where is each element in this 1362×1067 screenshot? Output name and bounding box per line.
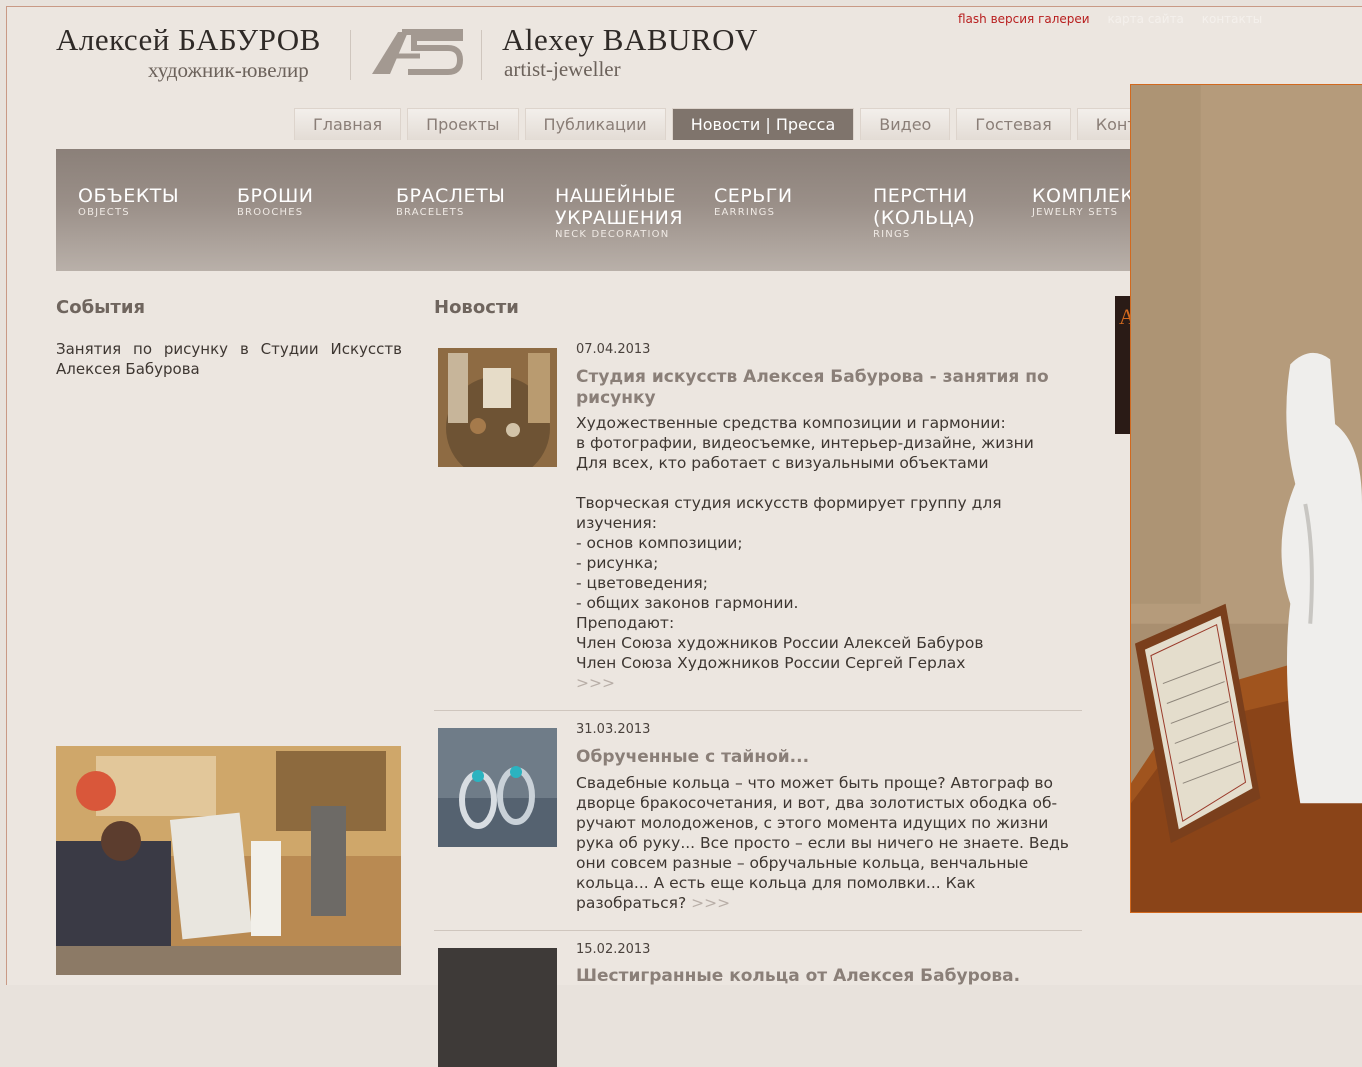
news-title-link[interactable]: Обрученные с тайной... xyxy=(576,747,1076,768)
news-thumbnail[interactable] xyxy=(438,728,557,847)
category-label: Серьги xyxy=(714,185,793,207)
category-bar: Объекты OBJECTS Броши BROOCHES Браслеты … xyxy=(56,149,1163,271)
category-earrings[interactable]: Серьги EARRINGS xyxy=(714,185,793,219)
read-more-link[interactable]: >>> xyxy=(576,674,615,692)
brand-role-en: artist-jeweller xyxy=(504,57,621,81)
news-date: 15.02.2013 xyxy=(576,942,651,957)
contacts-top-link[interactable]: контакты xyxy=(1202,12,1263,26)
menu-item-publications[interactable]: Публикации xyxy=(524,108,666,140)
monogram-logo-icon[interactable] xyxy=(368,26,466,78)
menu-item-news-press[interactable]: Новости | Пресса xyxy=(671,108,855,140)
brand-name-en[interactable]: Alexey BABUROV xyxy=(502,22,758,58)
brand-divider xyxy=(481,30,482,80)
category-sublabel: BRACELETS xyxy=(396,207,465,218)
category-sublabel: OBJECTS xyxy=(78,207,130,218)
news-body-text: Свадебные кольца – что может быть проще?… xyxy=(576,774,1069,912)
brand-name-ru[interactable]: Алексей БАБУРОВ xyxy=(56,22,321,58)
news-date: 07.04.2013 xyxy=(576,342,651,357)
news-thumbnail[interactable] xyxy=(438,348,557,467)
brand-divider xyxy=(350,30,351,80)
category-sublabel: NECK DECORATION xyxy=(555,229,670,240)
event-link[interactable]: Занятия по рисунку в Студии Искусств Але… xyxy=(56,339,402,379)
menu-item-projects[interactable]: Проекты xyxy=(407,108,519,140)
sitemap-link[interactable]: карта сайта xyxy=(1107,12,1183,26)
top-links: flash версия галереи карта сайта контакт… xyxy=(958,12,1262,26)
category-neck-decoration[interactable]: Нашейные украшения NECK DECORATION xyxy=(555,185,695,241)
category-brooches[interactable]: Броши BROOCHES xyxy=(237,185,313,219)
news-date: 31.03.2013 xyxy=(576,722,651,737)
category-rings[interactable]: Перстни (кольца) RINGS xyxy=(873,185,983,241)
news-title-link[interactable]: Студия искусств Алексея Бабурова - занят… xyxy=(576,367,1076,409)
menu-item-video[interactable]: Видео xyxy=(860,108,951,140)
menu-item-guestbook[interactable]: Гостевая xyxy=(956,108,1071,140)
drawing-class-photo[interactable] xyxy=(56,746,401,975)
category-sublabel: BROOCHES xyxy=(237,207,304,218)
category-objects[interactable]: Объекты OBJECTS xyxy=(78,185,179,219)
category-sublabel: EARRINGS xyxy=(714,207,776,218)
main-menu: Главная Проекты Публикации Новости | Пре… xyxy=(294,108,1198,140)
news-thumbnail[interactable] xyxy=(438,948,557,1067)
category-label: Перстни (кольца) xyxy=(873,185,976,229)
menu-item-home[interactable]: Главная xyxy=(294,108,402,140)
flash-gallery-link[interactable]: flash версия галереи xyxy=(958,12,1090,26)
news-body-text: Художественные средства композиции и гар… xyxy=(576,414,1034,672)
news-divider xyxy=(434,710,1082,711)
news-body: Свадебные кольца – что может быть проще?… xyxy=(576,773,1076,913)
category-label: Нашейные украшения xyxy=(555,185,684,229)
news-body: Художественные средства композиции и гар… xyxy=(576,413,1076,693)
read-more-link[interactable]: >>> xyxy=(691,894,730,912)
category-label: Броши xyxy=(237,185,314,207)
category-sublabel: RINGS xyxy=(873,229,911,240)
brand-role-ru: художник-ювелир xyxy=(148,58,309,82)
news-divider xyxy=(434,930,1082,931)
category-bracelets[interactable]: Браслеты BRACELETS xyxy=(396,185,505,219)
news-heading: Новости xyxy=(434,297,519,318)
events-heading: События xyxy=(56,297,146,318)
photo-overlay[interactable] xyxy=(1130,84,1362,913)
category-label: Объекты xyxy=(78,185,180,207)
category-label: Браслеты xyxy=(396,185,506,207)
